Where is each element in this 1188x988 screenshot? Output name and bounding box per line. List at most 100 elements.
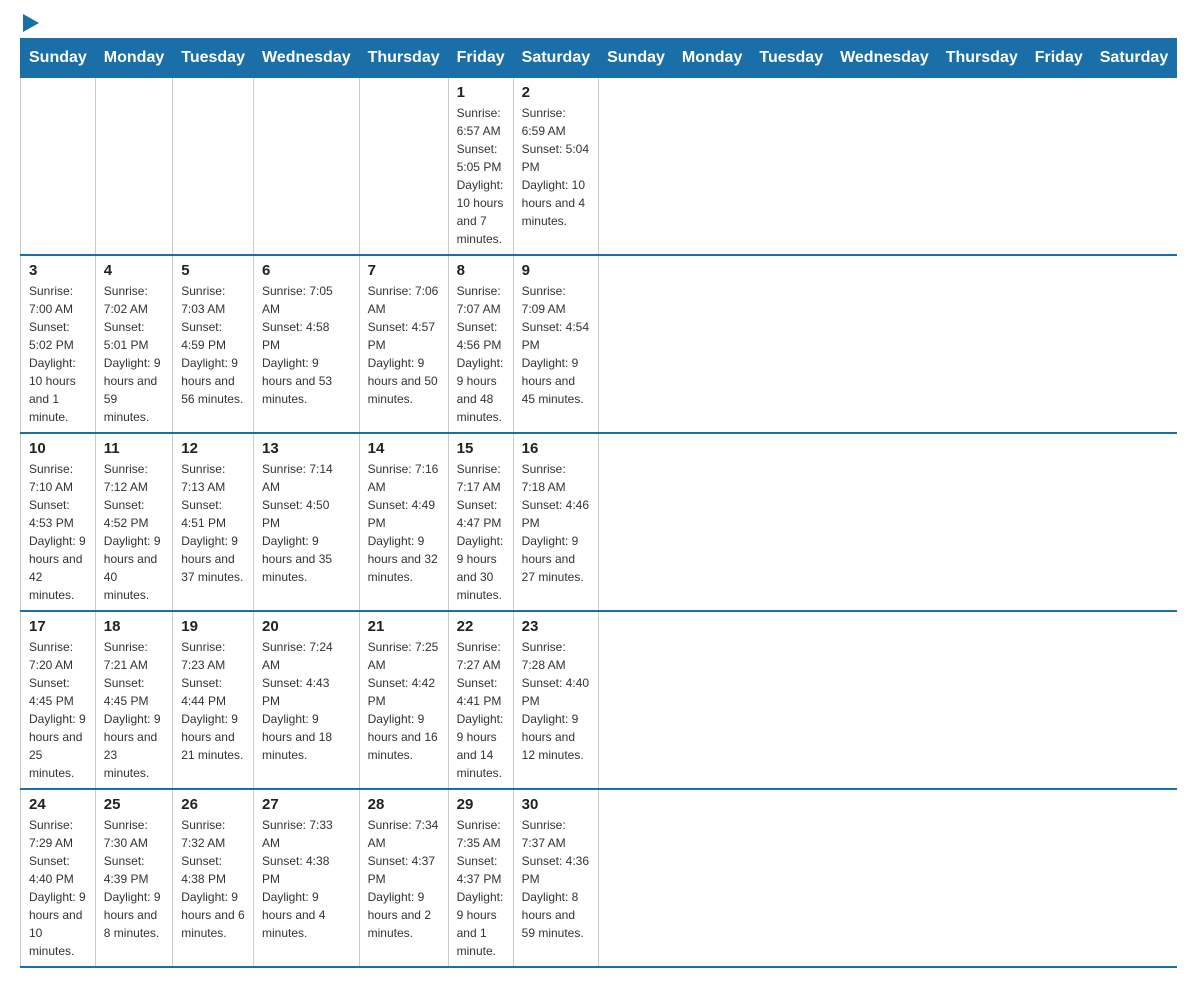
day-cell: 6Sunrise: 7:05 AMSunset: 4:58 PMDaylight… [253,255,359,433]
day-number: 5 [181,262,245,279]
col-header-saturday: Saturday [1091,39,1176,78]
day-info: Sunrise: 7:16 AMSunset: 4:49 PMDaylight:… [368,460,440,586]
day-cell: 12 Sunrise: 7:13 AMSunset: 4:51 PMDayligh… [173,433,254,611]
col-header-thursday: Thursday [359,39,448,78]
day-info: Sunrise: 7:09 AMSunset: 4:54 PMDaylight:… [522,282,590,408]
day-info: Sunrise: 7:20 AMSunset: 4:45 PMDaylight:… [29,638,87,782]
col-header-saturday: Saturday [513,39,598,78]
day-info: Sunrise: 7:02 AMSunset: 5:01 PMDaylight:… [104,282,164,426]
day-info: Sunrise: 7:17 AMSunset: 4:47 PMDaylight:… [457,460,505,604]
day-info: Sunrise: 7:34 AMSunset: 4:37 PMDaylight:… [368,816,440,942]
day-number: 27 [262,796,351,813]
day-cell: 1 Sunrise: 6:57 AMSunset: 5:05 PMDaylight… [448,78,513,256]
day-info: Sunrise: 7:06 AMSunset: 4:57 PMDaylight:… [368,282,440,408]
day-cell: 14 Sunrise: 7:16 AMSunset: 4:49 PMDayligh… [359,433,448,611]
col-header-friday: Friday [448,39,513,78]
col-header-monday: Monday [95,39,172,78]
week-row-5: 24 Sunrise: 7:29 AMSunset: 4:40 PMDayligh… [21,789,1177,967]
day-number: 13 [262,440,351,457]
col-header-sunday: Sunday [599,39,674,78]
day-number: 11 [104,440,164,457]
logo-content [20,20,39,28]
col-header-wednesday: Wednesday [253,39,359,78]
day-info: Sunrise: 7:18 AMSunset: 4:46 PMDaylight:… [522,460,590,586]
day-cell: 20 Sunrise: 7:24 AMSunset: 4:43 PMDayligh… [253,611,359,789]
day-number: 22 [457,618,505,635]
day-info: Sunrise: 7:37 AMSunset: 4:36 PMDaylight:… [522,816,590,942]
day-info: Sunrise: 7:29 AMSunset: 4:40 PMDaylight:… [29,816,87,960]
day-cell: 19Sunrise: 7:23 AMSunset: 4:44 PMDayligh… [173,611,254,789]
day-info: Sunrise: 7:03 AMSunset: 4:59 PMDaylight:… [181,282,245,408]
day-cell: 25 Sunrise: 7:30 AMSunset: 4:39 PMDayligh… [95,789,172,967]
day-number: 2 [522,84,590,101]
day-cell: 17Sunrise: 7:20 AMSunset: 4:45 PMDayligh… [21,611,96,789]
day-number: 26 [181,796,245,813]
day-info: Sunrise: 7:33 AMSunset: 4:38 PMDaylight:… [262,816,351,942]
day-number: 7 [368,262,440,279]
day-cell [359,78,448,256]
day-number: 10 [29,440,87,457]
week-row-4: 17Sunrise: 7:20 AMSunset: 4:45 PMDayligh… [21,611,1177,789]
col-header-friday: Friday [1026,39,1091,78]
day-number: 23 [522,618,590,635]
day-number: 30 [522,796,590,813]
day-info: Sunrise: 7:28 AMSunset: 4:40 PMDaylight:… [522,638,590,764]
day-cell: 26 Sunrise: 7:32 AMSunset: 4:38 PMDayligh… [173,789,254,967]
day-number: 19 [181,618,245,635]
day-number: 18 [104,618,164,635]
day-number: 6 [262,262,351,279]
day-cell: 28Sunrise: 7:34 AMSunset: 4:37 PMDayligh… [359,789,448,967]
day-number: 8 [457,262,505,279]
day-cell: 16Sunrise: 7:18 AMSunset: 4:46 PMDayligh… [513,433,598,611]
day-cell: 13Sunrise: 7:14 AMSunset: 4:50 PMDayligh… [253,433,359,611]
day-info: Sunrise: 7:10 AMSunset: 4:53 PMDaylight:… [29,460,87,604]
day-cell: 8Sunrise: 7:07 AMSunset: 4:56 PMDaylight… [448,255,513,433]
day-cell [253,78,359,256]
day-cell: 22 Sunrise: 7:27 AMSunset: 4:41 PMDayligh… [448,611,513,789]
page-header [20,20,1168,28]
day-info: Sunrise: 6:57 AMSunset: 5:05 PMDaylight:… [457,104,505,248]
day-cell: 3Sunrise: 7:00 AMSunset: 5:02 PMDaylight… [21,255,96,433]
day-info: Sunrise: 7:35 AMSunset: 4:37 PMDaylight:… [457,816,505,960]
day-number: 4 [104,262,164,279]
day-cell: 27 Sunrise: 7:33 AMSunset: 4:38 PMDayligh… [253,789,359,967]
day-info: Sunrise: 7:21 AMSunset: 4:45 PMDaylight:… [104,638,164,782]
day-cell: 15 Sunrise: 7:17 AMSunset: 4:47 PMDayligh… [448,433,513,611]
day-cell: 24 Sunrise: 7:29 AMSunset: 4:40 PMDayligh… [21,789,96,967]
day-number: 25 [104,796,164,813]
day-number: 20 [262,618,351,635]
day-number: 21 [368,618,440,635]
day-cell: 4 Sunrise: 7:02 AMSunset: 5:01 PMDaylight… [95,255,172,433]
col-header-tuesday: Tuesday [751,39,832,78]
day-number: 14 [368,440,440,457]
day-cell: 29 Sunrise: 7:35 AMSunset: 4:37 PMDayligh… [448,789,513,967]
col-header-thursday: Thursday [937,39,1026,78]
day-info: Sunrise: 7:12 AMSunset: 4:52 PMDaylight:… [104,460,164,604]
logo [20,20,39,28]
day-number: 1 [457,84,505,101]
col-header-monday: Monday [673,39,750,78]
day-number: 12 [181,440,245,457]
day-number: 15 [457,440,505,457]
day-number: 29 [457,796,505,813]
week-row-2: 3Sunrise: 7:00 AMSunset: 5:02 PMDaylight… [21,255,1177,433]
day-info: Sunrise: 7:13 AMSunset: 4:51 PMDaylight:… [181,460,245,586]
day-info: Sunrise: 7:32 AMSunset: 4:38 PMDaylight:… [181,816,245,942]
day-cell: 5 Sunrise: 7:03 AMSunset: 4:59 PMDaylight… [173,255,254,433]
day-info: Sunrise: 7:30 AMSunset: 4:39 PMDaylight:… [104,816,164,942]
day-number: 24 [29,796,87,813]
day-cell: 9Sunrise: 7:09 AMSunset: 4:54 PMDaylight… [513,255,598,433]
day-cell: 23 Sunrise: 7:28 AMSunset: 4:40 PMDayligh… [513,611,598,789]
col-header-wednesday: Wednesday [832,39,938,78]
day-cell: 11 Sunrise: 7:12 AMSunset: 4:52 PMDayligh… [95,433,172,611]
col-header-sunday: Sunday [21,39,96,78]
day-info: Sunrise: 6:59 AMSunset: 5:04 PMDaylight:… [522,104,590,230]
day-cell [173,78,254,256]
day-number: 3 [29,262,87,279]
day-info: Sunrise: 7:25 AMSunset: 4:42 PMDaylight:… [368,638,440,764]
day-cell [21,78,96,256]
day-cell: 7 Sunrise: 7:06 AMSunset: 4:57 PMDaylight… [359,255,448,433]
day-info: Sunrise: 7:27 AMSunset: 4:41 PMDaylight:… [457,638,505,782]
day-info: Sunrise: 7:24 AMSunset: 4:43 PMDaylight:… [262,638,351,764]
calendar-header-row: SundayMondayTuesdayWednesdayThursdayFrid… [21,39,1177,78]
